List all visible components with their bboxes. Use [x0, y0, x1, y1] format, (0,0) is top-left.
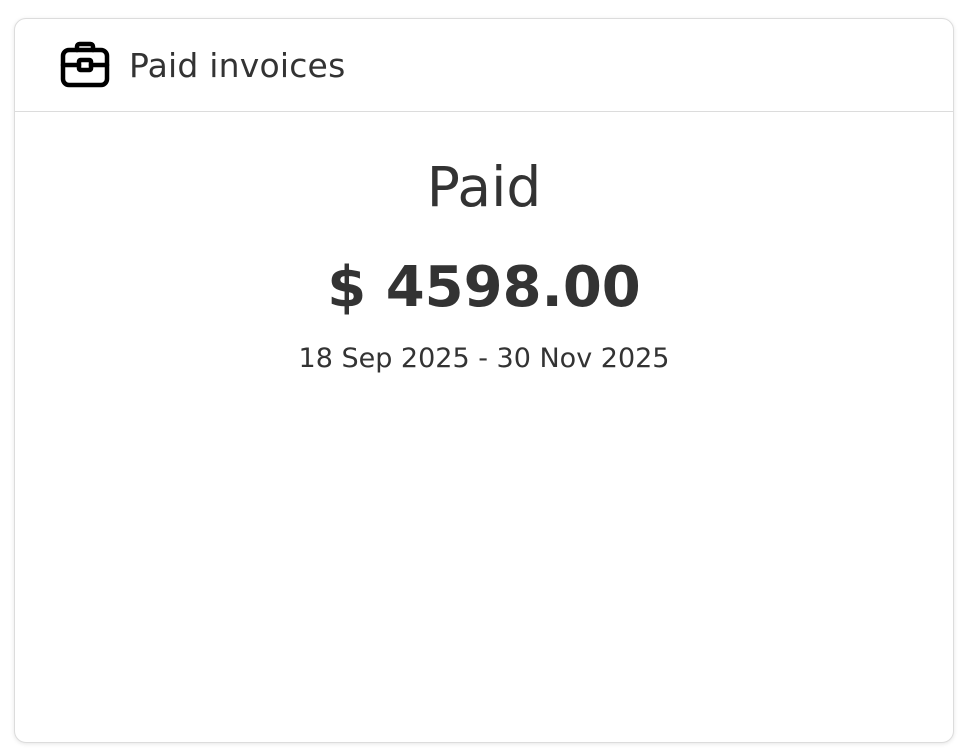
date-range: 18 Sep 2025 - 30 Nov 2025 [298, 343, 670, 374]
briefcase-icon [59, 39, 111, 91]
paid-amount: $ 4598.00 [327, 255, 641, 320]
paid-invoices-card: Paid invoices Paid $ 4598.00 18 Sep 2025… [14, 18, 954, 743]
card-body: Paid $ 4598.00 18 Sep 2025 - 30 Nov 2025 [15, 154, 953, 376]
card-title: Paid invoices [129, 45, 346, 85]
card-header: Paid invoices [15, 19, 953, 112]
status-label: Paid [426, 155, 542, 219]
